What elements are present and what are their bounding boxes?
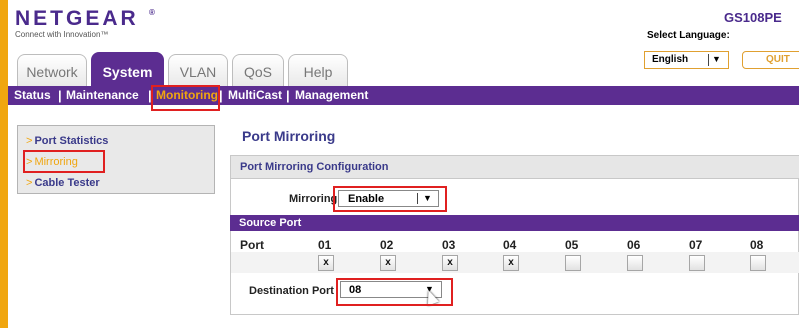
logo-registered-mark: ® (149, 8, 155, 17)
sidebar: > Port Statistics > Mirroring > Cable Teste… (17, 125, 215, 194)
sidebar-item-port-statistics[interactable]: > Port Statistics (26, 135, 108, 147)
netgear-logo: NETGEAR ® Connect with Innovation™ (15, 7, 155, 40)
port-number-05: 05 (565, 238, 579, 252)
subnav-item-monitoring[interactable]: Monitoring (156, 89, 218, 102)
port-05-checkbox[interactable] (565, 255, 581, 271)
section-title: Port Mirroring Configuration (240, 161, 389, 173)
port-06-checkbox[interactable] (627, 255, 643, 271)
subnav-bar: Status | Maintenance | Monitoring | Mult… (8, 86, 799, 105)
language-select[interactable]: English ▼ (644, 51, 729, 69)
subnav-separator: | (219, 88, 223, 103)
panel-header: Port Mirroring Configuration (231, 156, 799, 179)
port-03-checkbox[interactable]: x (442, 255, 458, 271)
subnav-separator: | (286, 88, 290, 103)
port-number-07: 07 (689, 238, 703, 252)
port-08-checkbox[interactable] (750, 255, 766, 271)
port-07-checkbox[interactable] (689, 255, 705, 271)
chevron-right-icon: > (26, 177, 33, 189)
select-divider (708, 54, 709, 66)
destination-port-value: 08 (349, 284, 362, 296)
tab-help[interactable]: Help (288, 54, 348, 86)
port-04-checkbox[interactable]: x (503, 255, 519, 271)
mirroring-select[interactable]: Enable ▼ (338, 190, 439, 207)
subnav-item-multicast[interactable]: MultiCast (228, 89, 282, 102)
mirroring-label: Mirroring (289, 193, 338, 205)
sidebar-item-label: Port Statistics (34, 135, 109, 147)
quit-button[interactable]: QUIT (742, 51, 799, 69)
language-select-value: English (652, 54, 689, 65)
subnav-separator: | (148, 88, 152, 103)
select-divider (417, 193, 418, 204)
sidebar-item-cable-tester[interactable]: > Cable Tester (26, 177, 100, 189)
tab-system[interactable]: System (91, 52, 164, 86)
port-header-label: Port (240, 238, 264, 252)
destination-port-label: Destination Port (249, 285, 334, 297)
sidebar-item-label: Mirroring (34, 156, 78, 168)
port-01-checkbox[interactable]: x (318, 255, 334, 271)
tab-network[interactable]: Network (17, 54, 87, 86)
chevron-down-icon: ▼ (712, 54, 721, 64)
subnav-item-status[interactable]: Status (14, 89, 51, 102)
sidebar-item-label: Cable Tester (34, 177, 100, 189)
port-number-06: 06 (627, 238, 641, 252)
port-02-checkbox[interactable]: x (380, 255, 396, 271)
subnav-item-maintenance[interactable]: Maintenance (66, 89, 139, 102)
left-accent-strip (0, 0, 8, 328)
tab-qos[interactable]: QoS (232, 54, 284, 86)
page-title: Port Mirroring (242, 128, 336, 144)
port-number-02: 02 (380, 238, 394, 252)
sidebar-item-mirroring[interactable]: > Mirroring (26, 156, 78, 168)
source-port-bar: Source Port (230, 215, 799, 231)
port-number-08: 08 (750, 238, 764, 252)
tab-vlan[interactable]: VLAN (168, 54, 228, 86)
mirroring-select-value: Enable (348, 193, 385, 205)
chevron-down-icon: ▼ (423, 193, 432, 203)
subnav-item-management[interactable]: Management (295, 89, 368, 102)
subnav-separator: | (58, 88, 62, 103)
logo-wordmark: NETGEAR (15, 7, 139, 30)
language-label: Select Language: (647, 30, 730, 41)
port-number-01: 01 (318, 238, 332, 252)
model-name: GS108PE (724, 10, 782, 25)
port-number-03: 03 (442, 238, 456, 252)
source-port-title: Source Port (239, 217, 302, 229)
netgear-admin-page: NETGEAR ® Connect with Innovation™ GS108… (0, 0, 799, 328)
logo-tagline: Connect with Innovation™ (15, 30, 109, 39)
port-number-04: 04 (503, 238, 517, 252)
chevron-right-icon: > (26, 156, 33, 168)
chevron-right-icon: > (26, 135, 33, 147)
